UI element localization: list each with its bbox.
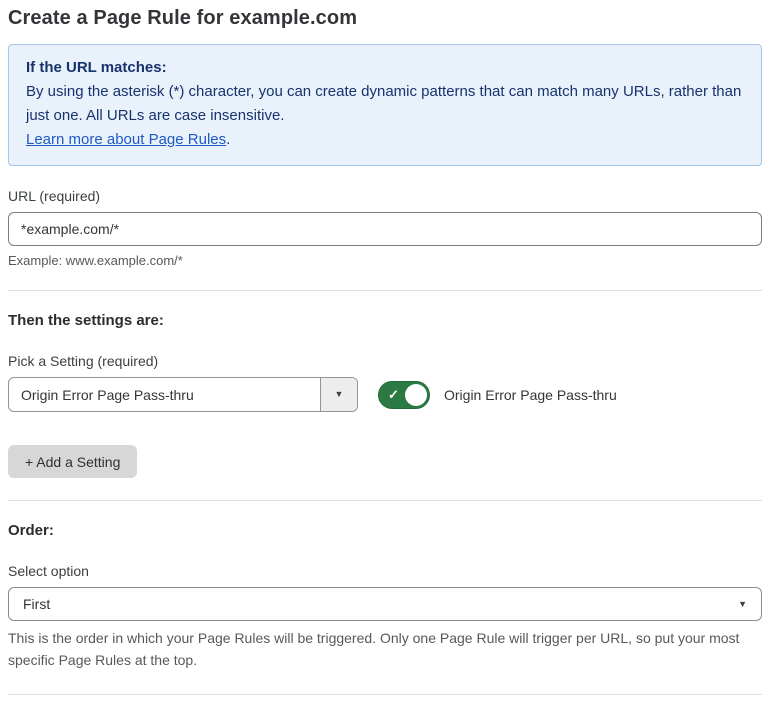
info-box-link-line: Learn more about Page Rules.	[26, 128, 744, 152]
divider	[8, 290, 762, 291]
url-input[interactable]	[8, 212, 762, 246]
settings-row: Origin Error Page Pass-thru ▼ ✓ Origin E…	[8, 377, 762, 412]
learn-more-link[interactable]: Learn more about Page Rules	[26, 131, 226, 148]
toggle-knob	[405, 383, 427, 406]
order-select[interactable]: First ▼	[8, 587, 762, 621]
setting-picker-arrow-button[interactable]: ▼	[320, 378, 357, 411]
order-helper-text: This is the order in which your Page Rul…	[8, 630, 740, 668]
order-select-value: First	[23, 596, 51, 612]
info-box-body-text: By using the asterisk (*) character, you…	[26, 83, 742, 124]
check-icon: ✓	[388, 386, 399, 402]
link-period: .	[226, 131, 231, 148]
add-setting-button[interactable]: + Add a Setting	[8, 445, 138, 478]
settings-section-heading: Then the settings are:	[8, 312, 164, 329]
url-match-info-box: If the URL matches: By using the asteris…	[8, 44, 762, 166]
setting-picker-dropdown[interactable]: Origin Error Page Pass-thru ▼	[8, 377, 358, 412]
order-section-heading: Order:	[8, 522, 54, 539]
divider	[8, 694, 762, 695]
info-box-body: By using the asterisk (*) character, you…	[26, 80, 744, 128]
url-field-label: URL (required)	[8, 188, 101, 204]
url-field-helper: Example: www.example.com/*	[8, 253, 183, 268]
setting-toggle[interactable]: ✓	[378, 380, 430, 409]
page-rule-form: Create a Page Rule for example.com If th…	[0, 0, 770, 710]
info-box-heading: If the URL matches:	[26, 59, 167, 76]
setting-toggle-label: Origin Error Page Pass-thru	[444, 386, 617, 403]
chevron-down-icon: ▼	[738, 598, 747, 609]
page-title: Create a Page Rule for example.com	[8, 7, 358, 29]
chevron-down-icon: ▼	[334, 389, 344, 399]
setting-picker-label: Pick a Setting (required)	[8, 353, 159, 369]
order-select-label: Select option	[8, 563, 89, 579]
divider	[8, 500, 762, 501]
setting-picker-value: Origin Error Page Pass-thru	[21, 386, 194, 403]
